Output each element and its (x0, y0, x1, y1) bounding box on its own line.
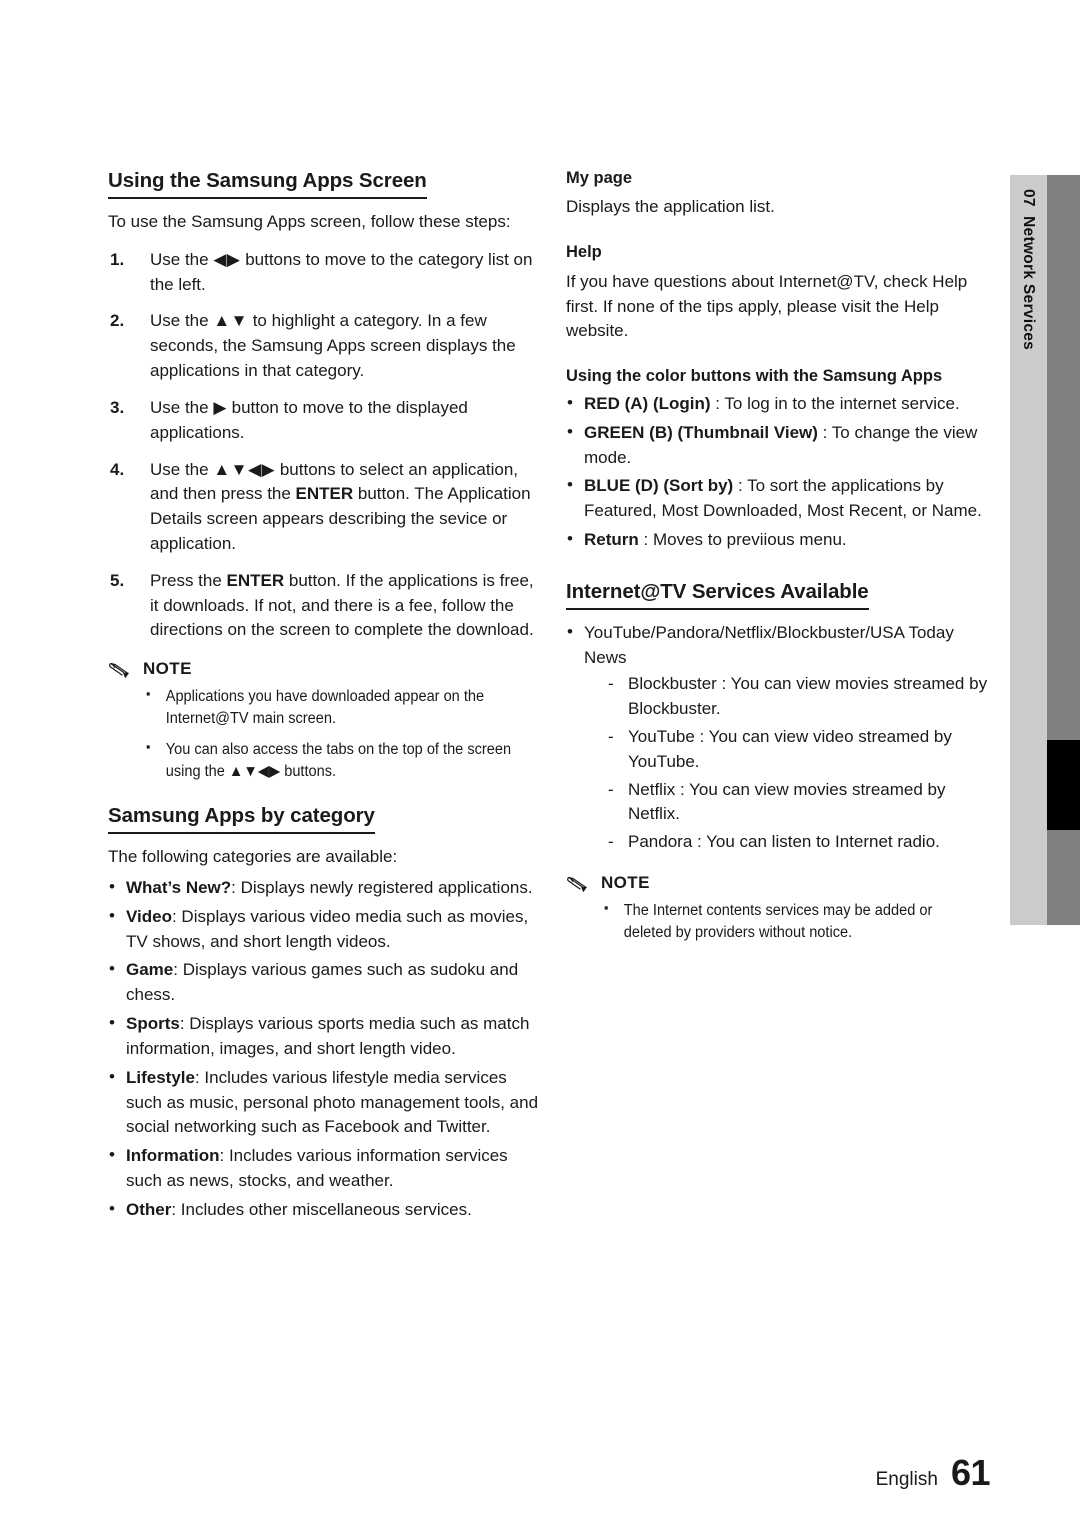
left-column: Using the Samsung Apps Screen To use the… (108, 168, 540, 1227)
services-heading-text: Internet@TV Services Available (566, 579, 869, 610)
footer-language: English (875, 1469, 938, 1490)
note-title: NOTE (601, 873, 650, 893)
right-column: My page Displays the application list. H… (566, 168, 998, 954)
list-item: YouTube : You can view video streamed by… (606, 725, 998, 775)
page-footer: English 61 (875, 1452, 991, 1494)
list-item: Information: Includes various informatio… (108, 1143, 540, 1194)
note-items-left: Applications you have downloaded appear … (108, 685, 540, 783)
note-title: NOTE (143, 659, 192, 679)
step-text: Use the ▶ button to move to the displaye… (150, 397, 468, 442)
services-list: YouTube/Pandora/Netflix/Blockbuster/USA … (566, 620, 998, 855)
categories-intro: The following categories are available: (108, 847, 398, 867)
list-item: 1. Use the ◀▶ buttons to move to the cate… (108, 248, 540, 298)
step-text: Use the ▲▼ to highlight a category. In a… (150, 311, 516, 381)
list-item: You can also access the tabs on the top … (146, 738, 516, 783)
step-number: 4. (110, 459, 125, 479)
list-item: 2. Use the ▲▼ to highlight a category. In… (108, 309, 540, 383)
list-item: Return : Moves to previious menu. (566, 527, 998, 553)
list-item: Video: Displays various video media such… (108, 904, 540, 955)
step-text: Use the ◀▶ buttons to move to the catego… (150, 249, 533, 294)
step-number: 3. (110, 397, 125, 417)
help-heading: Help (566, 243, 602, 262)
page-title: Using the Samsung Apps Screen (108, 168, 540, 199)
categories-list: What’s New?: Displays newly registered a… (108, 875, 540, 1223)
step-number: 1. (110, 249, 125, 269)
section-heading-categories-text: Samsung Apps by category (108, 803, 375, 835)
steps-list: 1. Use the ◀▶ buttons to move to the cate… (108, 248, 540, 643)
list-item: Sports: Displays various sports media su… (108, 1011, 540, 1062)
list-item: Blockbuster : You can view movies stream… (606, 672, 998, 722)
side-tab-black-marker (1047, 740, 1080, 830)
intro-paragraph: To use the Samsung Apps screen, follow t… (108, 212, 511, 231)
pencil-icon (109, 662, 130, 678)
list-item: Game: Displays various games such as sud… (108, 957, 540, 1008)
list-item: The Internet contents services may be ad… (604, 899, 974, 944)
list-item: 4. Use the ▲▼◀▶ buttons to select an appl… (108, 458, 540, 557)
note-items-right: The Internet contents services may be ad… (566, 899, 998, 944)
list-item: GREEN (B) (Thumbnail View) : To change t… (566, 420, 998, 471)
help-body: If you have questions about Internet@TV,… (566, 271, 968, 341)
list-item: RED (A) (Login) : To log in to the inter… (566, 391, 998, 417)
manual-page: 07 Network Services Using the Samsung Ap… (0, 0, 1080, 1532)
step-text: Use the ▲▼◀▶ buttons to select an applic… (150, 459, 531, 553)
side-tab-label: 07 Network Services (1010, 189, 1047, 350)
list-item: What’s New?: Displays newly registered a… (108, 875, 540, 901)
note-block-right: NOTE The Internet contents services may … (566, 873, 998, 944)
footer-page-number: 61 (950, 1452, 991, 1493)
services-sub-list: Blockbuster : You can view movies stream… (584, 672, 998, 855)
color-buttons-list: RED (A) (Login) : To log in to the inter… (566, 391, 998, 553)
step-number: 5. (110, 570, 125, 590)
my-page-body: Displays the application list. (566, 197, 775, 217)
list-item: YouTube/Pandora/Netflix/Blockbuster/USA … (566, 620, 998, 855)
step-number: 2. (110, 311, 125, 331)
step-text: Press the ENTER button. If the applicati… (150, 570, 534, 640)
section-heading-categories: Samsung Apps by category (108, 803, 540, 835)
page-title-text: Using the Samsung Apps Screen (108, 168, 427, 199)
note-header-right: NOTE (566, 873, 998, 893)
chapter-title: Network Services (1020, 216, 1037, 351)
chapter-number: 07 (1020, 189, 1037, 207)
my-page-heading: My page (566, 169, 633, 187)
list-item: Pandora : You can listen to Internet rad… (606, 830, 998, 855)
list-item: 3. Use the ▶ button to move to the displa… (108, 396, 540, 446)
list-item: Other: Includes other miscellaneous serv… (108, 1197, 540, 1223)
pencil-icon (567, 876, 588, 892)
note-block-left: NOTE Applications you have downloaded ap… (108, 659, 540, 783)
list-item: Applications you have downloaded appear … (146, 685, 516, 730)
list-item: 5. Press the ENTER button. If the applica… (108, 569, 540, 643)
list-item: BLUE (D) (Sort by) : To sort the applica… (566, 473, 998, 524)
services-main-text: YouTube/Pandora/Netflix/Blockbuster/USA … (584, 622, 954, 667)
services-heading: Internet@TV Services Available (566, 579, 998, 610)
list-item: Netflix : You can view movies streamed b… (606, 778, 998, 828)
chapter-side-tab: 07 Network Services (1010, 175, 1080, 925)
color-buttons-heading: Using the color buttons with the Samsung… (566, 367, 943, 386)
side-tab-light-strip: 07 Network Services (1010, 175, 1047, 925)
note-header: NOTE (108, 659, 540, 679)
list-item: Lifestyle: Includes various lifestyle me… (108, 1065, 540, 1140)
